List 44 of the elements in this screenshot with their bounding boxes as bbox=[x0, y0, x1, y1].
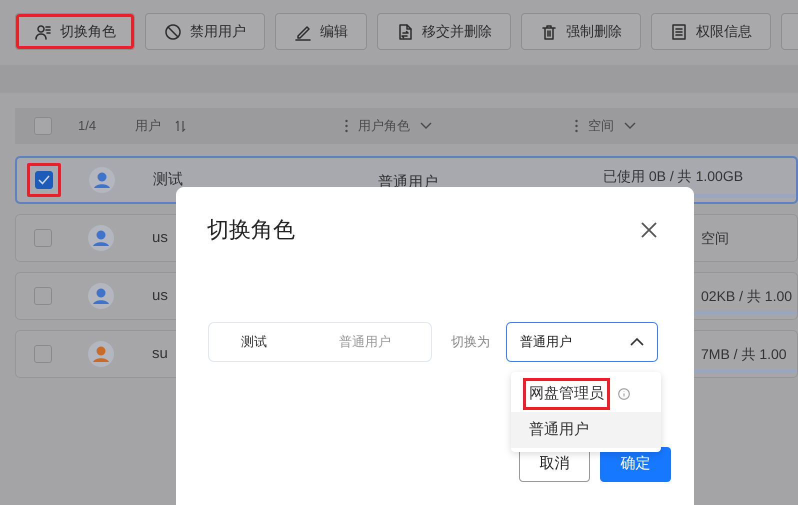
selection-count: 1/4 bbox=[78, 117, 98, 136]
document-icon bbox=[670, 22, 688, 40]
checkbox[interactable] bbox=[34, 287, 52, 305]
user-name: us bbox=[152, 286, 168, 304]
highlight-frame: 网盘管理员 bbox=[523, 378, 610, 410]
checkbox[interactable] bbox=[34, 345, 52, 363]
toolbar-button[interactable]: 权限信息 bbox=[651, 13, 771, 50]
info-icon[interactable] bbox=[618, 388, 630, 400]
column-divider-icon[interactable] bbox=[575, 119, 578, 133]
chevron-down-icon bbox=[624, 122, 636, 130]
column-divider-icon[interactable] bbox=[345, 119, 348, 133]
dialog-title: 切换角色 bbox=[207, 216, 295, 244]
user-name: su bbox=[152, 344, 168, 362]
chevron-down-icon bbox=[420, 122, 432, 130]
toolbar-button[interactable]: 禁用用户 bbox=[145, 13, 265, 50]
sort-icon[interactable] bbox=[175, 120, 187, 132]
space-usage: 空间 bbox=[701, 228, 729, 248]
dropdown-option[interactable]: 网盘管理员 bbox=[511, 376, 661, 412]
check-icon bbox=[38, 175, 50, 185]
user-name: us bbox=[152, 228, 168, 246]
space-usage: 02KB / 共 1.00 bbox=[701, 286, 792, 306]
ban-icon bbox=[164, 22, 182, 40]
column-header[interactable]: 用户 bbox=[135, 116, 161, 136]
checkbox[interactable] bbox=[34, 229, 52, 247]
column-header[interactable]: 空间 bbox=[588, 116, 614, 136]
dropdown-option[interactable]: 普通用户 bbox=[511, 412, 661, 448]
checkbox[interactable] bbox=[35, 171, 53, 189]
role-select[interactable]: 普通用户 bbox=[506, 322, 658, 362]
close-icon[interactable] bbox=[640, 220, 658, 238]
space-usage: 7MB / 共 1.00 bbox=[701, 344, 787, 364]
toolbar-button[interactable]: 编辑 bbox=[275, 13, 367, 50]
toolbar-button[interactable]: 强制删除 bbox=[521, 13, 641, 50]
space-usage: 已使用 0B / 共 1.00GB bbox=[603, 166, 744, 186]
column-header[interactable]: 用户角色 bbox=[358, 116, 410, 136]
user-name: 测试 bbox=[153, 170, 183, 188]
current-role: 普通用户 bbox=[339, 333, 391, 352]
checkbox[interactable] bbox=[34, 117, 52, 135]
switch-label: 切换为 bbox=[451, 333, 490, 352]
toolbar-button[interactable]: 切换角色 bbox=[15, 13, 135, 50]
chevron-up-icon bbox=[630, 338, 644, 346]
toolbar-button[interactable]: 移交并删除 bbox=[377, 13, 511, 50]
user-name: 测试 bbox=[241, 333, 268, 352]
person-icon bbox=[34, 22, 52, 40]
trash-icon bbox=[540, 22, 558, 40]
